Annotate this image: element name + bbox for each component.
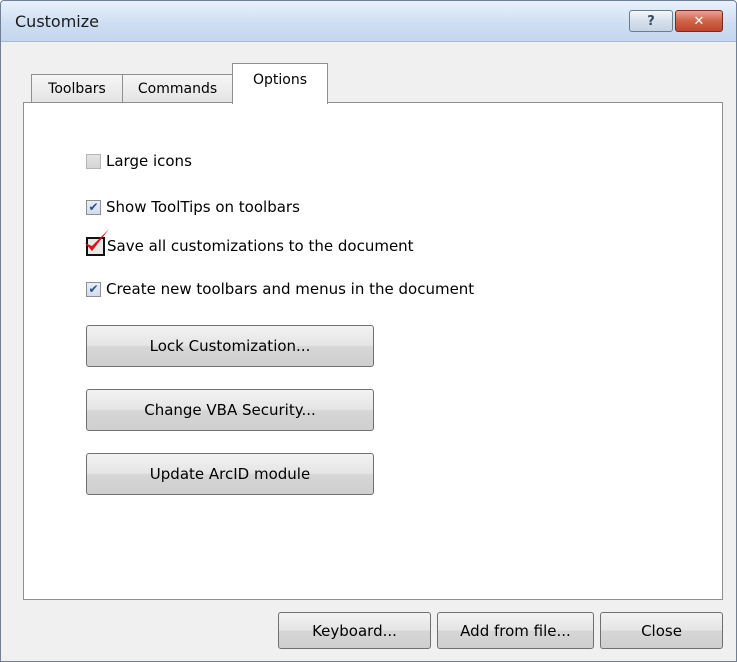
title-bar[interactable]: Customize ? ✕ bbox=[1, 1, 736, 42]
tab-toolbars[interactable]: Toolbars bbox=[31, 74, 123, 103]
help-button[interactable]: ? bbox=[629, 10, 673, 32]
show-tooltips-checkbox[interactable]: ✔ bbox=[86, 199, 101, 215]
save-customizations-option[interactable]: Save all customizations to the document bbox=[85, 228, 414, 257]
large-icons-checkbox[interactable] bbox=[86, 153, 101, 169]
red-checkmark-icon bbox=[85, 228, 109, 251]
dialog-title: Customize bbox=[15, 12, 99, 31]
customize-dialog: Customize ? ✕ Toolbars Commands Options … bbox=[0, 0, 737, 662]
lock-customization-button[interactable]: Lock Customization... bbox=[86, 325, 374, 367]
checkmark-icon: ✔ bbox=[88, 200, 99, 214]
large-icons-label: Large icons bbox=[106, 152, 192, 170]
create-toolbars-label: Create new toolbars and menus in the doc… bbox=[106, 280, 475, 298]
update-arcid-module-button[interactable]: Update ArcID module bbox=[86, 453, 374, 495]
tab-commands[interactable]: Commands bbox=[122, 74, 233, 103]
show-tooltips-label: Show ToolTips on toolbars bbox=[106, 198, 300, 216]
save-customizations-label: Save all customizations to the document bbox=[107, 237, 414, 255]
close-button[interactable]: Close bbox=[600, 612, 723, 649]
close-window-button[interactable]: ✕ bbox=[675, 10, 723, 32]
add-from-file-button[interactable]: Add from file... bbox=[437, 612, 594, 649]
keyboard-button[interactable]: Keyboard... bbox=[278, 612, 431, 649]
show-tooltips-option[interactable]: ✔ Show ToolTips on toolbars bbox=[86, 196, 300, 218]
tab-options[interactable]: Options bbox=[232, 63, 328, 104]
large-icons-option[interactable]: Large icons bbox=[86, 150, 192, 172]
options-panel: Large icons ✔ Show ToolTips on toolbars … bbox=[23, 102, 723, 600]
change-vba-security-button[interactable]: Change VBA Security... bbox=[86, 389, 374, 431]
checkmark-icon: ✔ bbox=[88, 282, 99, 296]
save-customizations-checkbox[interactable] bbox=[85, 228, 109, 256]
help-icon: ? bbox=[647, 13, 655, 29]
create-toolbars-checkbox[interactable]: ✔ bbox=[86, 281, 101, 297]
close-icon: ✕ bbox=[693, 13, 705, 29]
create-toolbars-option[interactable]: ✔ Create new toolbars and menus in the d… bbox=[86, 278, 474, 300]
